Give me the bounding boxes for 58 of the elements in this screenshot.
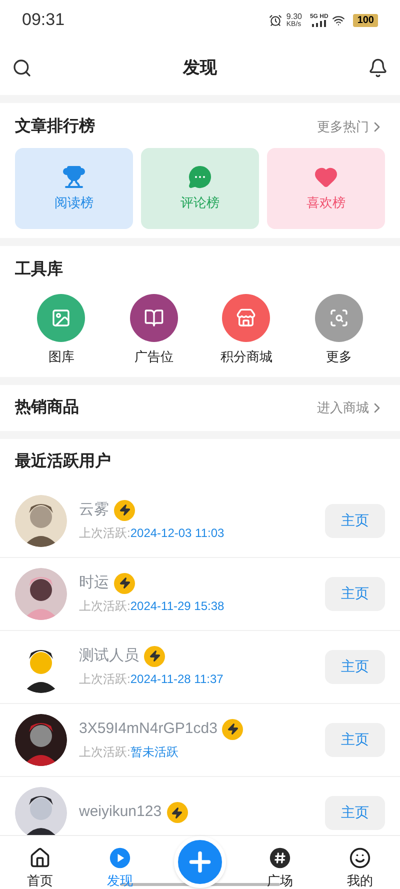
user-name: 3X59I4mN4rGP1cd3 (79, 718, 218, 739)
last-active-label: 上次活跃: (79, 744, 130, 762)
tool-item[interactable]: 图库 (15, 294, 108, 366)
chat-icon (188, 164, 212, 189)
user-name: weiyikun123 (79, 802, 162, 822)
last-active-time: 2024-11-28 11:37 (130, 671, 224, 688)
last-active-label: 上次活跃: (79, 671, 130, 688)
more-link[interactable]: 进入商城 (317, 398, 385, 418)
net-speed: 9.30 (286, 12, 302, 20)
tab-item[interactable]: 我的 (320, 846, 400, 889)
book-icon (144, 308, 164, 328)
profile-button[interactable]: 主页 (325, 722, 385, 756)
status-time: 09:31 (22, 9, 65, 32)
signal-icon (312, 20, 326, 26)
last-active-label: 上次活跃: (79, 525, 130, 542)
wifi-icon (332, 14, 346, 26)
hash-icon (269, 846, 291, 868)
tool-item[interactable]: 更多 (292, 294, 385, 366)
section-title: 工具库 (15, 259, 63, 280)
last-active-time: 2024-11-29 15:38 (130, 598, 224, 616)
ranking-card[interactable]: 喜欢榜 (267, 148, 385, 229)
bolt-badge-icon (222, 718, 244, 740)
bolt-badge-icon (114, 500, 135, 520)
image-icon (51, 308, 72, 328)
last-active-label: 上次活跃: (79, 598, 130, 616)
play-icon (109, 846, 131, 868)
profile-button[interactable]: 主页 (325, 576, 385, 610)
tab-item[interactable]: 发现 (80, 846, 160, 889)
battery-indicator: 100 (353, 14, 378, 26)
alarm-icon (269, 14, 282, 26)
last-active-time: 暂未活跃 (130, 744, 178, 762)
profile-button[interactable]: 主页 (325, 650, 385, 684)
search-button[interactable] (12, 58, 32, 78)
bolt-badge-icon (166, 802, 188, 823)
tool-item[interactable]: 积分商城 (200, 294, 292, 366)
trophy-icon (62, 164, 86, 189)
smile-icon (349, 846, 371, 868)
home-icon (29, 846, 51, 868)
last-active-time: 2024-12-03 11:03 (130, 525, 224, 542)
tab-item[interactable]: 首页 (0, 846, 80, 889)
bolt-badge-icon (114, 572, 135, 594)
grid-search-icon (328, 308, 349, 328)
ranking-card[interactable]: 评论榜 (141, 148, 259, 229)
tool-item[interactable]: 广告位 (108, 294, 200, 366)
store-icon (236, 308, 256, 328)
bolt-badge-icon (144, 646, 165, 666)
section-title: 热销商品 (15, 397, 79, 418)
section-title: 最近活跃用户 (15, 451, 111, 472)
more-link[interactable]: 更多热门 (317, 117, 385, 137)
user-name: 测试人员 (79, 646, 139, 666)
user-name: 时运 (79, 572, 109, 593)
user-name: 云雾 (79, 500, 109, 520)
profile-button[interactable]: 主页 (325, 796, 385, 830)
section-title: 文章排行榜 (15, 116, 95, 137)
profile-button[interactable]: 主页 (325, 504, 385, 538)
ranking-card[interactable]: 阅读榜 (15, 148, 133, 229)
notification-button[interactable] (368, 58, 388, 78)
page-title: 发现 (183, 56, 217, 79)
